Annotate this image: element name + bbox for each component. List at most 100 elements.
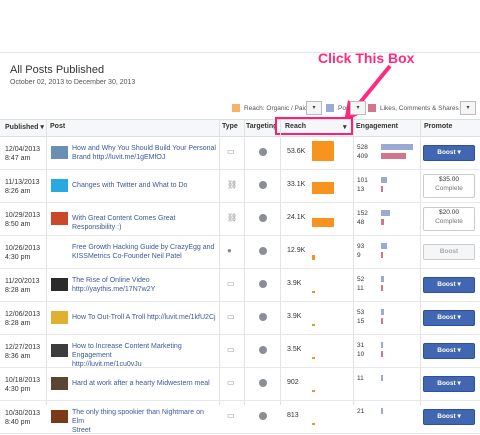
post-link[interactable]: Changes with Twitter and What to Do xyxy=(72,181,217,190)
engagement-values: 11 xyxy=(357,374,364,383)
engagement-values: 152 48 xyxy=(357,209,368,227)
globe-icon xyxy=(259,379,267,387)
post-text-line2[interactable]: Brand http://luvit.me/1gEMfOJ xyxy=(72,154,165,161)
post-text-line1[interactable]: How to Increase Content Marketing Engage… xyxy=(72,343,182,359)
post-text-line1[interactable]: Changes with Twitter and What to Do xyxy=(72,182,187,189)
post-thumbnail[interactable] xyxy=(51,179,68,192)
date-text: 10/26/2013 xyxy=(5,245,41,252)
link-icon: ⛓ xyxy=(227,180,238,189)
post-text-line2[interactable]: Street xyxy=(72,427,91,434)
engagement-top: 52 xyxy=(357,276,365,283)
post-thumbnail[interactable] xyxy=(51,344,68,357)
promotion-status-text: Complete xyxy=(435,185,463,192)
time-text: 8:36 am xyxy=(5,353,31,360)
reach-value: 33.1K xyxy=(287,181,306,188)
post-thumbnail[interactable] xyxy=(51,146,68,159)
engagement-top: 101 xyxy=(357,177,368,184)
engagement-bottom: 48 xyxy=(357,219,365,226)
reach-bar xyxy=(312,324,315,326)
published-date: 10/30/2013 8:40 pm xyxy=(5,409,40,427)
post-link[interactable]: Hard at work after a hearty Midwestern m… xyxy=(72,379,217,388)
post-thumbnail[interactable] xyxy=(51,377,68,390)
boost-button[interactable]: Boost ▾ xyxy=(423,343,475,359)
post-text-line1[interactable]: How To Out-Troll A Troll http://luvit.me… xyxy=(72,314,216,321)
engagement-bar-primary xyxy=(381,309,384,315)
published-date: 10/29/2013 8:50 am xyxy=(5,211,40,229)
published-date: 10/18/2013 4:30 pm xyxy=(5,376,40,394)
status-icon: ▭ xyxy=(227,147,235,156)
post-text-line1[interactable]: With Great Content Comes Great Responsib… xyxy=(72,215,175,231)
post-text-line1[interactable]: Free Growth Hacking Guide by CrazyEgg an… xyxy=(72,244,214,251)
post-text-line1[interactable]: Hard at work after a hearty Midwestern m… xyxy=(72,380,210,387)
boost-button[interactable]: Boost ▾ xyxy=(423,409,475,425)
time-text: 8:50 am xyxy=(5,221,31,228)
reach-value: 902 xyxy=(287,379,299,386)
post-text-line2[interactable]: KISSMetrics Co-Founder Neil Patel xyxy=(72,253,182,260)
boost-button[interactable]: Boost ▾ xyxy=(423,145,475,161)
reach-dropdown-button[interactable]: ▾ xyxy=(306,101,322,115)
legend-reach-label: Reach: Organic / Paid xyxy=(244,104,308,112)
post-link[interactable]: With Great Content Comes Great Responsib… xyxy=(72,214,217,232)
header-engagement: Engagement xyxy=(356,123,399,130)
published-date: 12/06/2013 8:28 am xyxy=(5,310,40,328)
reach-value: 813 xyxy=(287,412,299,419)
date-range: October 02, 2013 to December 30, 2013 xyxy=(10,79,136,86)
boost-button[interactable]: Boost ▾ xyxy=(423,310,475,326)
reach-value: 3.9K xyxy=(287,280,302,287)
reach-value: 53.6K xyxy=(287,148,306,155)
reach-bar xyxy=(312,390,315,392)
engagement-top: 528 xyxy=(357,144,368,151)
header-published[interactable]: Published ▾ xyxy=(5,123,44,131)
engagement-values: 528 409 xyxy=(357,143,368,161)
engagement-top: 21 xyxy=(357,408,365,415)
time-text: 4:30 pm xyxy=(5,254,31,261)
post-link[interactable]: Free Growth Hacking Guide by CrazyEgg an… xyxy=(72,243,217,261)
posts-swatch-icon xyxy=(326,104,334,112)
post-thumbnail[interactable] xyxy=(51,212,68,225)
boost-button[interactable]: Boost ▾ xyxy=(423,277,475,293)
globe-icon xyxy=(259,247,267,255)
post-text-line1[interactable]: The only thing spookier than Nightmare o… xyxy=(72,409,204,425)
post-thumbnail[interactable] xyxy=(51,410,68,423)
table-row: 12/06/2013 8:28 am How To Out-Troll A Trol… xyxy=(0,301,480,335)
post-text-line2[interactable]: http://yaythis.me/17N7w2Y xyxy=(72,286,155,293)
engagement-top: 93 xyxy=(357,243,365,250)
engagement-bar-secondary xyxy=(381,351,383,357)
table-row: 12/27/2013 8:36 am How to Increase Content… xyxy=(0,334,480,368)
engagement-bar-secondary xyxy=(381,285,383,291)
post-link[interactable]: How To Out-Troll A Troll http://luvit.me… xyxy=(72,313,217,322)
reach-bar xyxy=(312,182,334,194)
globe-icon xyxy=(259,346,267,354)
post-thumbnail[interactable] xyxy=(51,278,68,291)
post-link[interactable]: How to Increase Content Marketing Engage… xyxy=(72,342,217,369)
header-type: Type xyxy=(222,123,238,130)
post-text-line1[interactable]: How and Why You Should Build Your Person… xyxy=(72,145,216,152)
time-text: 8:40 pm xyxy=(5,419,31,426)
post-thumbnail[interactable] xyxy=(51,311,68,324)
table-row: 10/18/2013 4:30 pm Hard at work after a he… xyxy=(0,367,480,401)
table-row: 10/26/2013 4:30 pm Free Growth Hacking Gui… xyxy=(0,235,480,269)
boost-button[interactable]: Boost ▾ xyxy=(423,376,475,392)
engagement-values: 53 15 xyxy=(357,308,364,326)
engagement-values: 93 9 xyxy=(357,242,364,260)
globe-icon xyxy=(259,313,267,321)
post-text-line1[interactable]: The Rise of Online Video xyxy=(72,277,150,284)
engagement-bar-secondary xyxy=(381,186,383,192)
engagement-top: 11 xyxy=(357,375,364,382)
reach-value: 3.5K xyxy=(287,346,302,353)
engagement-dropdown-button[interactable]: ▾ xyxy=(460,101,476,115)
date-text: 10/30/2013 xyxy=(5,410,41,417)
posts-dropdown-button[interactable]: ▾ xyxy=(350,101,366,115)
legend-engagement-label: Likes, Comments & Shares xyxy=(380,104,459,112)
published-date: 12/27/2013 8:36 am xyxy=(5,343,40,361)
legend-posts: Pos xyxy=(326,101,349,115)
engagement-values: 52 11 xyxy=(357,275,364,293)
post-link[interactable]: How and Why You Should Build Your Person… xyxy=(72,144,217,162)
engagement-values: 21 xyxy=(357,407,364,416)
time-text: 8:47 am xyxy=(5,155,31,162)
post-link[interactable]: The Rise of Online Video http://yaythis.m… xyxy=(72,276,217,294)
boost-button-disabled: Boost xyxy=(423,244,475,260)
engagement-bottom: 11 xyxy=(357,285,364,292)
globe-icon xyxy=(259,148,267,156)
post-link[interactable]: The only thing spookier than Nightmare o… xyxy=(72,408,217,435)
